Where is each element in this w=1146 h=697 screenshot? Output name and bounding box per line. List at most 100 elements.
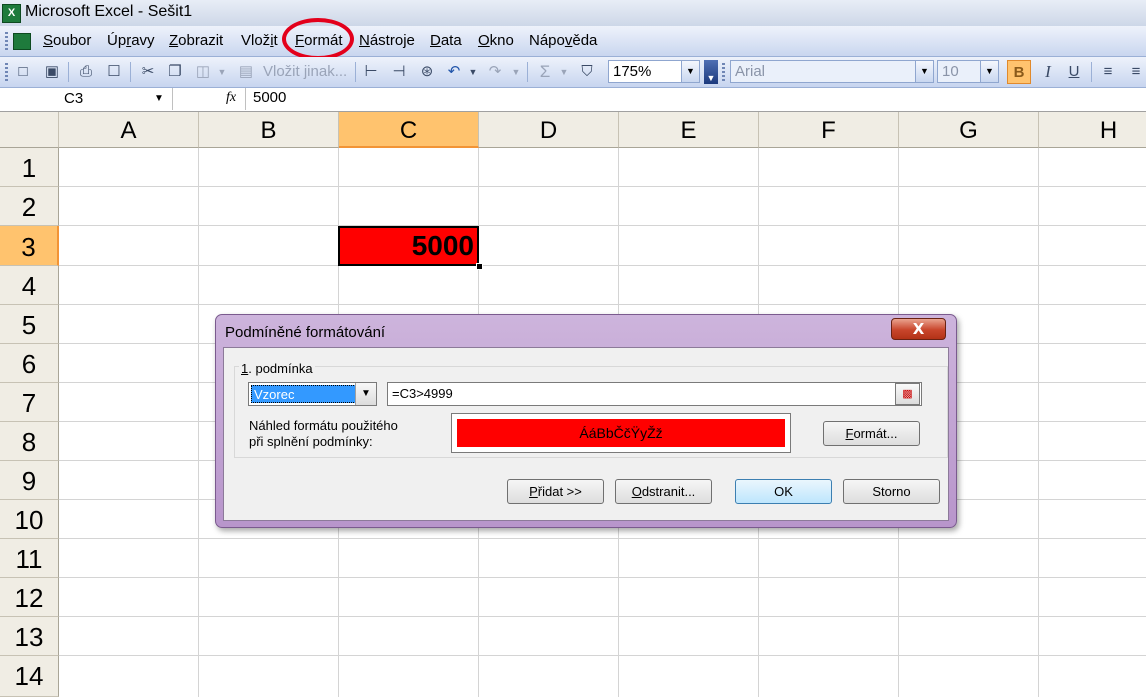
undo-dropdown-icon[interactable]: ▼ xyxy=(466,62,480,82)
column-header-b[interactable]: B xyxy=(199,112,339,148)
row-header-11[interactable]: 11 xyxy=(0,539,59,578)
row-header-7[interactable]: 7 xyxy=(0,383,59,422)
formula-input[interactable]: 5000 xyxy=(253,89,286,106)
cell-c3[interactable]: 5000 xyxy=(338,226,479,266)
menu-zobrazit[interactable]: Zobrazit xyxy=(169,32,223,49)
chevron-down-icon[interactable]: ▼ xyxy=(154,88,164,110)
align-left-icon[interactable]: ≡ xyxy=(1098,62,1118,82)
fill-handle[interactable] xyxy=(476,263,483,270)
save-icon[interactable]: ▣ xyxy=(42,62,62,82)
print-icon[interactable]: ⎙ xyxy=(76,62,96,82)
menu-grip-handle[interactable] xyxy=(5,32,8,50)
menu-napoveda[interactable]: Nápověda xyxy=(529,32,597,49)
new-icon[interactable]: □ xyxy=(13,62,33,82)
row-header-3[interactable]: 3 xyxy=(0,226,59,266)
column-header-g[interactable]: G xyxy=(899,112,1039,148)
ok-button[interactable]: OK xyxy=(735,479,832,504)
format-button[interactable]: Formát... xyxy=(823,421,920,446)
row-header-6[interactable]: 6 xyxy=(0,344,59,383)
font-size-combo[interactable]: 10 ▼ xyxy=(937,60,999,83)
row-header-13[interactable]: 13 xyxy=(0,617,59,656)
autosum-dropdown-icon[interactable]: ▼ xyxy=(557,62,571,82)
row-header-5[interactable]: 5 xyxy=(0,305,59,344)
formula-divider xyxy=(245,88,246,110)
gridline xyxy=(59,616,1146,617)
condition-type-select[interactable]: Vzorec ▼ xyxy=(248,382,377,406)
add-condition-button[interactable]: Přidat >> xyxy=(507,479,604,504)
condition-formula-input[interactable]: =C3>4999 xyxy=(387,382,922,406)
menu-okno[interactable]: Okno xyxy=(478,32,514,49)
row-header-14[interactable]: 14 xyxy=(0,656,59,697)
remove-arrows-icon[interactable]: ⊛ xyxy=(417,62,437,82)
row-header-1[interactable]: 1 xyxy=(0,148,59,187)
toolbar-grip-handle[interactable] xyxy=(5,63,8,81)
gridline xyxy=(59,265,1146,266)
format-preview-box: ÁáBbČčŸyŽž xyxy=(451,413,791,453)
menu-upravy[interactable]: Úpravy xyxy=(107,32,155,49)
redo-dropdown-icon[interactable]: ▼ xyxy=(509,62,523,82)
dialog-body: 1. podmínka Vzorec ▼ =C3>4999 ▩ Náhled f… xyxy=(223,347,949,521)
gridline xyxy=(59,186,1146,187)
toolbar-separator xyxy=(68,62,69,82)
font-name-combo[interactable]: Arial ▼ xyxy=(730,60,934,83)
chevron-down-icon[interactable]: ▼ xyxy=(980,61,998,82)
gridline xyxy=(59,304,1146,305)
menu-nastroje[interactable]: Nástroje xyxy=(359,32,415,49)
workbook-icon[interactable] xyxy=(13,33,31,50)
row-header-2[interactable]: 2 xyxy=(0,187,59,226)
name-box[interactable]: C3 ▼ xyxy=(0,88,173,110)
toolbar-grip-handle[interactable] xyxy=(722,63,725,81)
fx-icon[interactable]: fx xyxy=(226,90,236,106)
column-header-e[interactable]: E xyxy=(619,112,759,148)
cancel-button[interactable]: Storno xyxy=(843,479,940,504)
redo-icon[interactable]: ↷ xyxy=(485,62,505,82)
paste-dropdown-icon[interactable]: ▼ xyxy=(215,62,229,82)
row-header-4[interactable]: 4 xyxy=(0,266,59,305)
bold-icon[interactable]: B xyxy=(1007,60,1031,84)
conditional-formatting-dialog: Podmíněné formátování X 1. podmínka Vzor… xyxy=(215,314,957,528)
menu-data[interactable]: Data xyxy=(430,32,462,49)
paste-special-label[interactable]: Vložit jinak... xyxy=(263,63,347,80)
paste-special-icon[interactable]: ▤ xyxy=(236,62,256,82)
range-select-icon[interactable]: ▩ xyxy=(895,383,920,405)
align-justify-icon[interactable]: ≡ xyxy=(1126,62,1146,82)
row-header-10[interactable]: 10 xyxy=(0,500,59,539)
row-header-9[interactable]: 9 xyxy=(0,461,59,500)
italic-icon[interactable]: I xyxy=(1038,62,1058,82)
dialog-title: Podmíněné formátování xyxy=(225,324,386,341)
menu-soubor[interactable]: Soubor xyxy=(43,32,91,49)
column-header-h[interactable]: H xyxy=(1039,112,1146,148)
row-header-12[interactable]: 12 xyxy=(0,578,59,617)
chevron-down-icon[interactable]: ▼ xyxy=(915,61,933,82)
copy-icon[interactable]: ❐ xyxy=(165,62,185,82)
toolbar-options-icon[interactable]: ▼ xyxy=(704,60,718,84)
column-header-c[interactable]: C xyxy=(339,112,479,148)
chevron-down-icon[interactable]: ▼ xyxy=(681,61,699,82)
autosum-icon[interactable]: Σ xyxy=(535,62,555,82)
undo-icon[interactable]: ↶ xyxy=(444,62,464,82)
paste-icon[interactable]: ◫ xyxy=(193,62,213,82)
underline-icon[interactable]: U xyxy=(1064,62,1084,82)
chevron-down-icon[interactable]: ▼ xyxy=(355,383,376,405)
remove-condition-button[interactable]: Odstranit... xyxy=(615,479,712,504)
trace-dependents-icon[interactable]: ⊣ xyxy=(389,62,409,82)
title-bar: X Microsoft Excel - Sešit1 xyxy=(0,0,1146,26)
column-header-a[interactable]: A xyxy=(59,112,199,148)
window-title: Microsoft Excel - Sešit1 xyxy=(25,3,193,20)
gridline xyxy=(59,655,1146,656)
select-all-corner[interactable] xyxy=(0,112,59,148)
gridline xyxy=(59,225,1146,226)
cut-icon[interactable]: ✂ xyxy=(138,62,158,82)
zoom-combo[interactable]: 175% ▼ xyxy=(608,60,700,83)
standard-toolbar: □ ▣ ⎙ ☐ ✂ ❐ ◫ ▼ ▤ Vložit jinak... ⊢ ⊣ ⊛ … xyxy=(0,57,1146,88)
close-button[interactable]: X xyxy=(891,318,946,340)
trace-precedents-icon[interactable]: ⊢ xyxy=(361,62,381,82)
excel-app-icon[interactable]: X xyxy=(2,4,21,23)
row-header-8[interactable]: 8 xyxy=(0,422,59,461)
column-header-d[interactable]: D xyxy=(479,112,619,148)
name-box-value: C3 xyxy=(64,90,84,107)
column-header-f[interactable]: F xyxy=(759,112,899,148)
print-preview-icon[interactable]: ☐ xyxy=(104,62,124,82)
find-icon[interactable]: ⛉ xyxy=(577,62,597,82)
menu-vlozit[interactable]: Vložit xyxy=(241,32,278,49)
